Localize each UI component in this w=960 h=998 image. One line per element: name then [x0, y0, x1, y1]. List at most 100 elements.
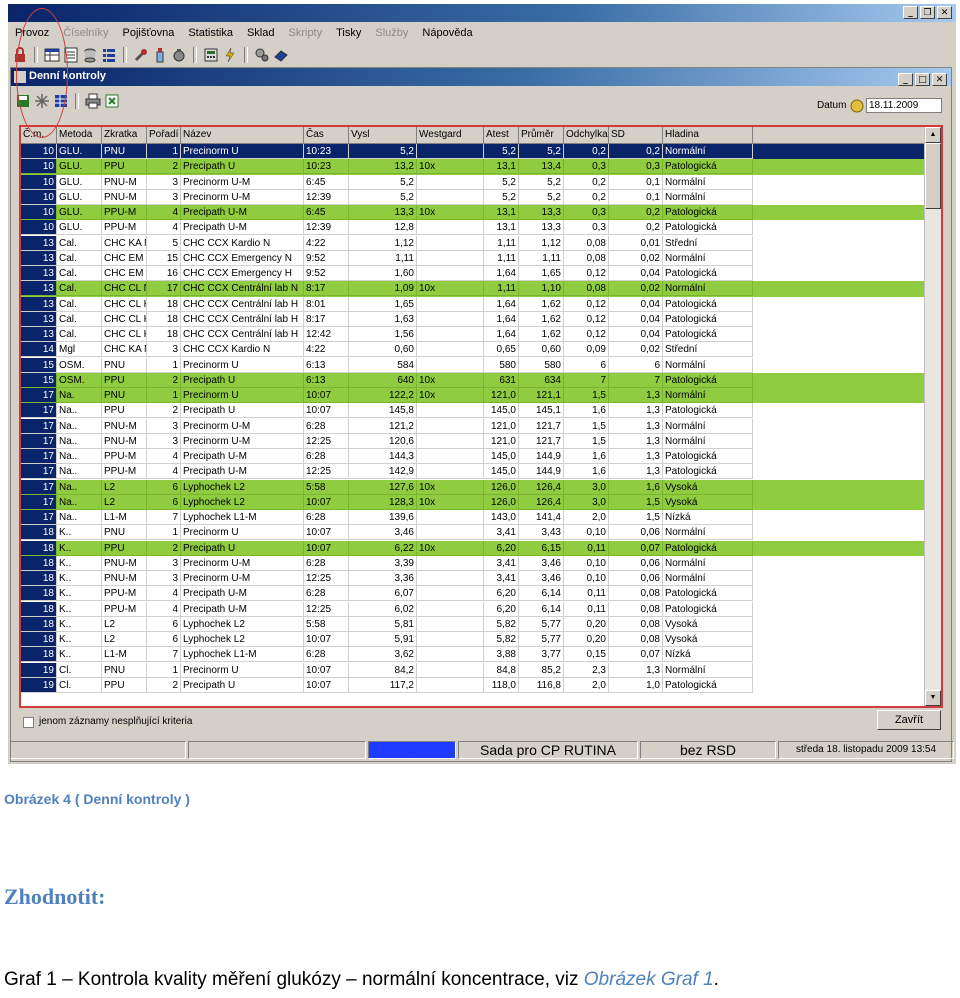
vertical-scrollbar[interactable]: ▲ ▼	[924, 127, 941, 706]
cell-poradi: 7	[147, 510, 181, 525]
table-row[interactable]: 18 K.. L1-M 7 Lyphochek L1-M 6:28 3,62 3,88 3,77…	[21, 647, 927, 663]
column-header-metoda[interactable]: Metoda	[57, 127, 102, 143]
menu-sluzby[interactable]: Služby	[368, 27, 415, 39]
cell-nazev: Precinorm U	[181, 357, 304, 373]
table-row[interactable]: 17 Na.. PNU-M 3 Precinorm U-M 12:25 120,6 121,0…	[21, 433, 927, 449]
toolbar-separator	[193, 47, 197, 63]
column-header-prumer[interactable]: Průměr	[519, 127, 564, 143]
table-row[interactable]: 14 Mgl CHC KA N 3 CHC CCX Kardio N 4:22 0,60 0,…	[21, 342, 927, 358]
table-row[interactable]: 13 Cal. CHC EM 15 CHC CCX Emergency N 9:52 1,1…	[21, 250, 927, 266]
scroll-up-button[interactable]: ▲	[925, 127, 941, 143]
print-icon[interactable]	[85, 93, 101, 109]
child-maximize-button[interactable]: □	[915, 73, 930, 86]
column-header-atest[interactable]: Atest	[484, 127, 519, 143]
column-header-poradi[interactable]: Pořadí	[147, 127, 181, 143]
figure-reference-link[interactable]: Obrázek Graf 1	[584, 969, 714, 990]
table-row[interactable]: 10 GLU. PNU-M 3 Precinorm U-M 6:45 5,2 5,2 5,2 0,…	[21, 174, 927, 190]
controls-grid: Č.m. Metoda Zkratka Pořadí Název Čas Vys…	[19, 125, 943, 708]
table-row[interactable]: 13 Cal. CHC CL N 17 CHC CCX Centrální lab N8…	[21, 281, 927, 297]
menu-sklad[interactable]: Sklad	[240, 27, 282, 39]
table-row[interactable]: 10 GLU. PNU-M 3 Precinorm U-M 12:39 5,2 5,2 5,2 0…	[21, 189, 927, 205]
jar-icon[interactable]	[171, 47, 187, 63]
column-header-zkratka[interactable]: Zkratka	[102, 127, 147, 143]
menu-pojistovna[interactable]: Pojišťovna	[116, 27, 182, 39]
table-row[interactable]: 17 Na.. PPU-M 4 Precipath U-M 12:25 142,9 145,0…	[21, 464, 927, 480]
minimize-button[interactable]: _	[903, 6, 918, 19]
list-icon[interactable]	[101, 47, 117, 63]
calculator-icon[interactable]	[203, 47, 219, 63]
table-row[interactable]: 19 Cl. PNU 1 Precinorm U 10:07 84,2 84,8 85,2 2,3…	[21, 662, 927, 678]
cell-prumer: 121,7	[519, 433, 564, 449]
menu-statistika[interactable]: Statistika	[181, 27, 240, 39]
table-row[interactable]: 17 Na.. L2 6 Lyphochek L2 5:58 127,6 10x 126,0 12…	[21, 479, 927, 495]
tool-icon[interactable]	[133, 47, 149, 63]
cell-metoda: K..	[57, 601, 102, 617]
column-header-odchylka[interactable]: Odchylka	[564, 127, 609, 143]
column-header-cas[interactable]: Čas	[304, 127, 349, 143]
table-row[interactable]: 17 Na.. L2 6 Lyphochek L2 10:07 128,3 10x 126,0 1…	[21, 494, 927, 510]
table-row[interactable]: 18 K.. L2 6 Lyphochek L2 5:58 5,81 5,82 5,77 0,20…	[21, 616, 927, 632]
table-row[interactable]: 13 Cal. CHC CL H 18 CHC CCX Centrální lab H8…	[21, 296, 927, 312]
cell-cas: 12:39	[304, 220, 349, 236]
calendar-icon[interactable]	[849, 98, 865, 114]
cell-hladina: Normální	[663, 555, 753, 571]
table-row[interactable]: 18 K.. PPU-M 4 Precipath U-M 12:25 6,02 6,20 6,1…	[21, 601, 927, 617]
scroll-down-button[interactable]: ▼	[925, 690, 941, 706]
status-mode: Aktuální	[368, 741, 456, 759]
table-row[interactable]: 17 Na.. L1-M 7 Lyphochek L1-M 6:28 139,6 143,0 1…	[21, 510, 927, 525]
table-row[interactable]: 13 Cal. CHC CL H 18 CHC CCX Centrální lab H1…	[21, 327, 927, 342]
child-minimize-button[interactable]: _	[898, 73, 913, 86]
table-row[interactable]: 15 OSM. PPU 2 Precipath U 6:13 640 10x 631 634 7 7 P…	[21, 372, 927, 388]
menu-napoveda[interactable]: Nápověda	[415, 27, 479, 39]
excel-icon[interactable]	[104, 93, 120, 109]
cell-vysl: 84,2	[349, 662, 417, 678]
scroll-thumb[interactable]	[925, 143, 941, 209]
menu-skripty[interactable]: Skripty	[282, 27, 330, 39]
table-row[interactable]: 13 Cal. CHC EM 16 CHC CCX Emergency H 9:52 1,6…	[21, 266, 927, 281]
table-row[interactable]: 17 Na. PNU 1 Precinorm U 10:07 122,2 10x 121,0 12…	[21, 388, 927, 404]
table-row[interactable]: 17 Na.. PPU 2 Precipath U 10:07 145,8 145,0 145,…	[21, 403, 927, 419]
cell-westgard	[417, 189, 484, 205]
invalid-only-checkbox[interactable]	[23, 717, 34, 728]
cell-poradi: 4	[147, 464, 181, 480]
table-row[interactable]: 19 Cl. PPU 2 Precipath U 10:07 117,2 118,0 116,8…	[21, 677, 927, 693]
child-close-button[interactable]: ✕	[932, 73, 947, 86]
cell-zkratka: PPU	[102, 159, 147, 175]
cell-prumer: 85,2	[519, 662, 564, 678]
column-header-vysl[interactable]: Vysl	[349, 127, 417, 143]
menu-ciselniky[interactable]: Číselníky	[56, 27, 115, 39]
book-icon[interactable]	[273, 47, 289, 63]
cell-zkratka: CHC EM	[102, 266, 147, 281]
table-row[interactable]: 18 K.. PNU 1 Precinorm U 10:07 3,46 3,41 3,43 0,1…	[21, 525, 927, 541]
bottle-icon[interactable]	[152, 47, 168, 63]
restore-button[interactable]: ❐	[920, 6, 935, 19]
date-field[interactable]: 18.11.2009	[866, 98, 942, 113]
table-row[interactable]: 13 Cal. CHC CL H 18 CHC CCX Centrální lab H8…	[21, 311, 927, 327]
close-button[interactable]: ✕	[937, 6, 952, 19]
gears-icon[interactable]	[254, 47, 270, 63]
table-row[interactable]: 15 OSM. PNU 1 Precinorm U 6:13 584 580 580 6 6 Norm…	[21, 357, 927, 373]
close-dialog-button[interactable]: Zavřít	[877, 710, 941, 730]
table-row[interactable]: 17 Na.. PPU-M 4 Precipath U-M 6:28 144,3 145,0 1…	[21, 449, 927, 464]
column-header-nazev[interactable]: Název	[181, 127, 304, 143]
lightning-icon[interactable]	[222, 47, 238, 63]
table-row[interactable]: 18 K.. PNU-M 3 Precinorm U-M 12:25 3,36 3,41 3,4…	[21, 571, 927, 586]
table-row[interactable]: 18 K.. L2 6 Lyphochek L2 10:07 5,91 5,82 5,77 0,2…	[21, 632, 927, 647]
table-row[interactable]: 18 K.. PNU-M 3 Precinorm U-M 6:28 3,39 3,41 3,46…	[21, 555, 927, 571]
table-row[interactable]: 10 GLU. PNU 1 Precinorm U 10:23 5,2 5,2 5,2 0,2 0,…	[21, 144, 927, 160]
column-header-westgard[interactable]: Westgard	[417, 127, 484, 143]
database-icon[interactable]	[82, 47, 98, 63]
table-row[interactable]: 17 Na.. PNU-M 3 Precinorm U-M 6:28 121,2 121,0 1…	[21, 418, 927, 434]
menu-tisky[interactable]: Tisky	[329, 27, 368, 39]
cell-hladina: Vysoká	[663, 494, 753, 510]
column-header-sd[interactable]: SD	[609, 127, 663, 143]
table-row[interactable]: 10 GLU. PPU-M 4 Precipath U-M 12:39 12,8 13,1 13…	[21, 220, 927, 236]
table-row[interactable]: 10 GLU. PPU 2 Precipath U 10:23 13,2 10x 13,1 13,…	[21, 159, 927, 175]
column-header-hladina[interactable]: Hladina	[663, 127, 753, 143]
table-row[interactable]: 10 GLU. PPU-M 4 Precipath U-M 6:45 13,3 10x 13,1…	[21, 205, 927, 221]
cell-zkratka: PNU-M	[102, 418, 147, 434]
cell-sd: 0,01	[609, 235, 663, 251]
table-row[interactable]: 13 Cal. CHC KA N 5 CHC CCX Kardio N 4:22 1,12 1…	[21, 235, 927, 251]
table-row[interactable]: 18 K.. PPU 2 Precipath U 10:07 6,22 10x 6,20 6,15…	[21, 540, 927, 556]
table-row[interactable]: 18 K.. PPU-M 4 Precipath U-M 6:28 6,07 6,20 6,14…	[21, 586, 927, 602]
